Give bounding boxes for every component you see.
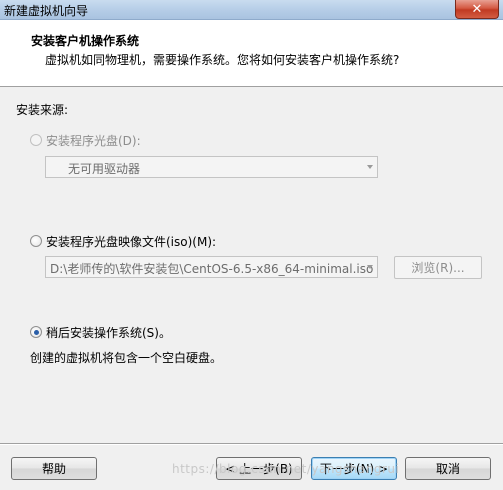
iso-path-combo[interactable]: D:\老师传的\软件安装包\CentOS-6.5-x86_64-minimal.…	[45, 256, 378, 278]
radio-iso-image[interactable]	[30, 235, 42, 247]
optical-drive-dropdown[interactable]: 无可用驱动器	[45, 156, 378, 178]
help-button[interactable]: 帮助	[11, 457, 97, 480]
window-title: 新建虚拟机向导	[4, 4, 89, 18]
iso-path-value: D:\老师传的\软件安装包\CentOS-6.5-x86_64-minimal.…	[50, 262, 374, 276]
title-bar: 新建虚拟机向导 ✕	[0, 0, 503, 20]
watermark-text: https://blog.csdn.net/yangshangrui	[172, 462, 400, 476]
chevron-down-icon	[367, 265, 373, 269]
close-icon: ✕	[471, 1, 483, 17]
cancel-button[interactable]: 取消	[405, 457, 491, 480]
close-button[interactable]: ✕	[455, 0, 499, 19]
install-later-label: 稍后安装操作系统(S)。	[46, 326, 171, 340]
install-source-label: 安装来源:	[16, 103, 69, 117]
wizard-body: 安装来源: 安装程序光盘(D): 无可用驱动器 安装程序光盘映像文件(iso)(…	[0, 88, 503, 438]
iso-image-label: 安装程序光盘映像文件(iso)(M):	[46, 235, 217, 249]
wizard-header: 安装客户机操作系统 虚拟机如同物理机，需要操作系统。您将如何安装客户机操作系统?	[0, 20, 503, 87]
optical-disc-label: 安装程序光盘(D):	[46, 134, 141, 148]
browse-button[interactable]: 浏览(R)...	[394, 256, 482, 279]
page-subtitle: 虚拟机如同物理机，需要操作系统。您将如何安装客户机操作系统?	[45, 53, 400, 67]
page-title: 安装客户机操作系统	[31, 34, 140, 48]
chevron-down-icon	[367, 165, 373, 169]
install-later-description: 创建的虚拟机将包含一个空白硬盘。	[30, 351, 223, 365]
radio-install-later[interactable]	[30, 326, 42, 338]
radio-optical-disc[interactable]	[30, 134, 42, 146]
optical-drive-value: 无可用驱动器	[68, 162, 141, 176]
